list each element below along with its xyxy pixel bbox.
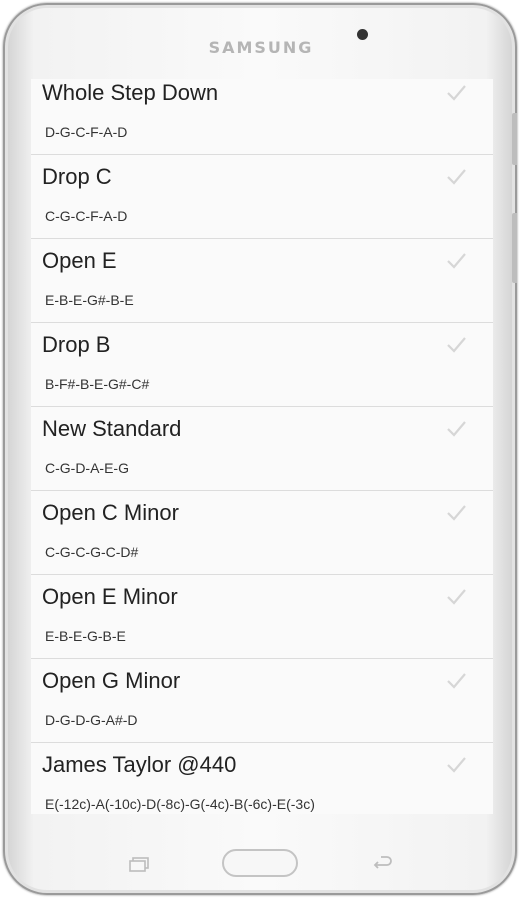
check-icon[interactable] — [445, 417, 467, 439]
tuning-item-james-taylor[interactable]: James Taylor @440 E(-12c)-A(-10c)-D(-8c)… — [31, 743, 493, 814]
hardware-nav-bar — [0, 845, 522, 885]
tuning-item-drop-b[interactable]: Drop B B-F#-B-E-G#-C# — [31, 323, 493, 407]
tuning-item-drop-c[interactable]: Drop C C-G-C-F-A-D — [31, 155, 493, 239]
tuning-notes: B-F#-B-E-G#-C# — [45, 376, 150, 392]
tuning-notes: D-G-D-G-A#-D — [45, 712, 138, 728]
tuning-notes: C-G-C-G-C-D# — [45, 544, 139, 560]
tuning-name: Drop C — [42, 164, 112, 189]
brand-logo: SAMSUNG — [208, 38, 314, 57]
check-icon[interactable] — [445, 81, 467, 103]
power-button — [512, 213, 517, 283]
tuning-notes: E(-12c)-A(-10c)-D(-8c)-G(-4c)-B(-6c)-E(-… — [45, 796, 315, 812]
tuning-notes: C-G-C-F-A-D — [45, 208, 128, 224]
tuning-item-open-g-minor[interactable]: Open G Minor D-G-D-G-A#-D — [31, 659, 493, 743]
tuning-item-whole-step-down[interactable]: Whole Step Down D-G-C-F-A-D — [31, 79, 493, 155]
tuning-name: Open G Minor — [42, 668, 181, 693]
check-icon[interactable] — [445, 501, 467, 523]
tuning-name: Whole Step Down — [42, 80, 219, 105]
tuning-notes: D-G-C-F-A-D — [45, 124, 128, 140]
tuning-notes: E-B-E-G-B-E — [45, 628, 126, 644]
check-icon[interactable] — [445, 669, 467, 691]
check-icon[interactable] — [445, 333, 467, 355]
tuning-notes: E-B-E-G#-B-E — [45, 292, 134, 308]
check-icon[interactable] — [445, 249, 467, 271]
tuning-item-new-standard[interactable]: New Standard C-G-D-A-E-G — [31, 407, 493, 491]
volume-button — [512, 113, 517, 165]
tuning-item-open-e-minor[interactable]: Open E Minor E-B-E-G-B-E — [31, 575, 493, 659]
check-icon[interactable] — [445, 165, 467, 187]
tuning-name: Open C Minor — [42, 500, 179, 525]
recent-apps-icon[interactable] — [128, 857, 150, 873]
home-button[interactable] — [222, 849, 298, 877]
tuning-item-open-e[interactable]: Open E E-B-E-G#-B-E — [31, 239, 493, 323]
tuning-name: James Taylor @440 — [42, 752, 237, 777]
tuning-name: Open E — [42, 248, 117, 273]
tuning-name: Open E Minor — [42, 584, 178, 609]
tuning-list: Whole Step Down D-G-C-F-A-D Drop C C-G-C… — [31, 79, 493, 814]
tuning-notes: C-G-D-A-E-G — [45, 460, 129, 476]
back-icon[interactable] — [372, 855, 394, 873]
tuning-name: New Standard — [42, 416, 182, 441]
check-icon[interactable] — [445, 753, 467, 775]
tuning-name: Drop B — [42, 332, 111, 357]
check-icon[interactable] — [445, 585, 467, 607]
app-screen: Whole Step Down D-G-C-F-A-D Drop C C-G-C… — [31, 79, 493, 814]
tuning-item-open-c-minor[interactable]: Open C Minor C-G-C-G-C-D# — [31, 491, 493, 575]
front-camera — [357, 29, 368, 40]
